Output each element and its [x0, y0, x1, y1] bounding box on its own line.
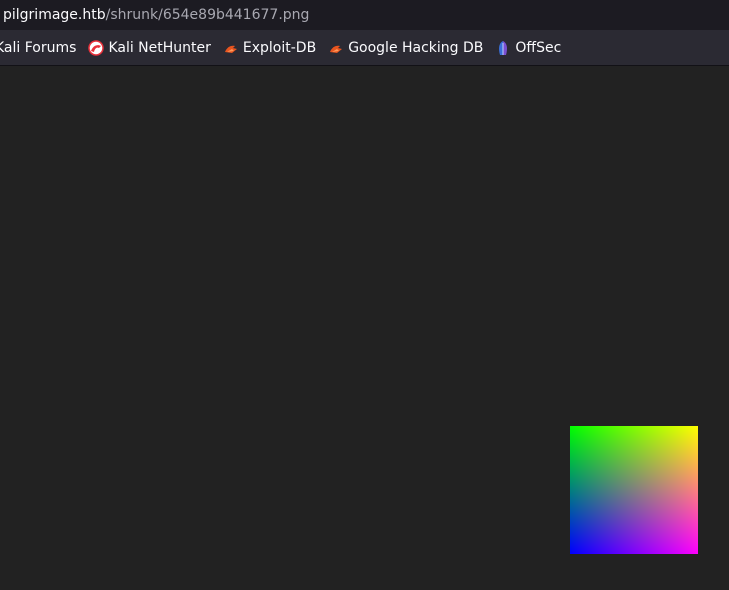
- bookmark-label: Kali Forums: [0, 39, 77, 56]
- url-host: pilgrimage.htb: [3, 7, 106, 23]
- gradient-image: [570, 426, 698, 554]
- bookmark-label: Google Hacking DB: [348, 39, 484, 56]
- url-bar[interactable]: pilgrimage.htb/shrunk/654e89b441677.png: [0, 0, 729, 30]
- displayed-image[interactable]: [570, 426, 698, 554]
- offsec-icon: [495, 40, 511, 56]
- bookmark-kali-forums[interactable]: Kali Forums: [0, 35, 76, 61]
- exploit-db-icon: [223, 40, 239, 56]
- image-viewer: [0, 66, 729, 590]
- bookmark-offsec[interactable]: OffSec: [495, 35, 561, 61]
- bookmark-kali-nethunter[interactable]: Kali NetHunter: [88, 35, 211, 61]
- bookmark-label: Kali NetHunter: [108, 39, 211, 56]
- bookmark-exploit-db[interactable]: Exploit-DB: [223, 35, 316, 61]
- url-path: /shrunk/654e89b441677.png: [105, 7, 310, 23]
- bookmark-google-hacking-db[interactable]: Google Hacking DB: [328, 35, 483, 61]
- kali-nethunter-icon: [88, 39, 105, 56]
- bookmark-label: Exploit-DB: [242, 39, 317, 56]
- google-hacking-db-icon: [328, 40, 344, 56]
- bookmarks-toolbar: Kali Forums Kali NetHunter Exploit-DB Go…: [0, 30, 729, 66]
- bookmark-label: OffSec: [515, 39, 562, 56]
